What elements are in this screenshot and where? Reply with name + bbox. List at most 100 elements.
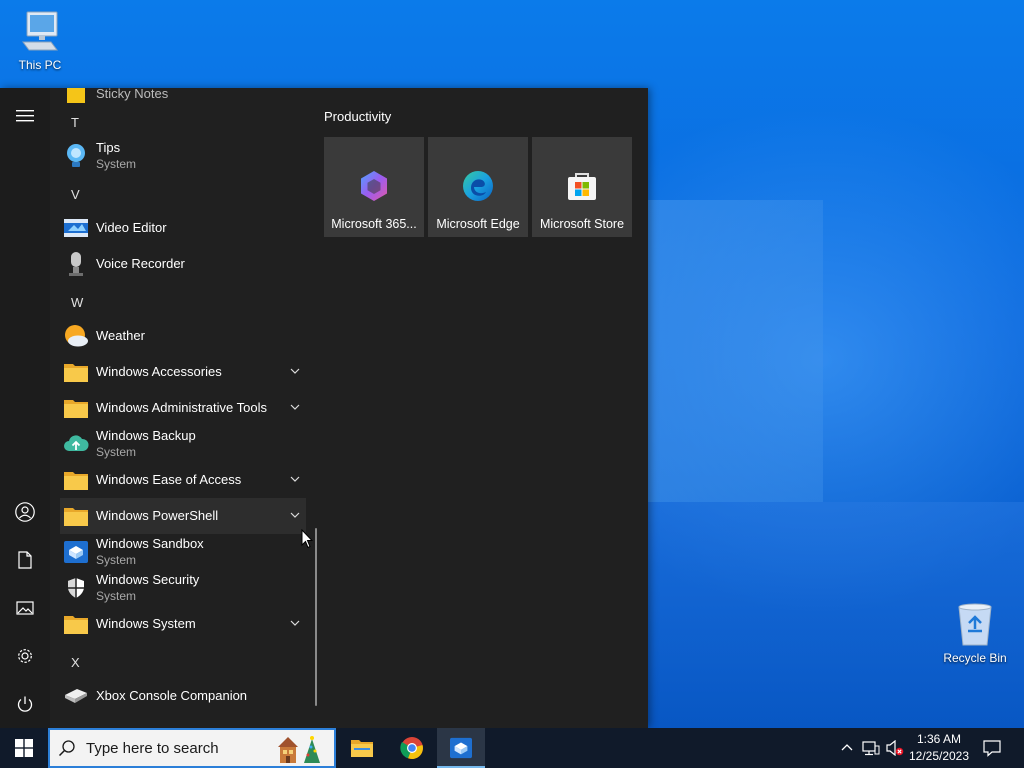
volume-muted-icon [886, 740, 904, 756]
app-name: Windows Security [96, 572, 200, 587]
letter-header-t[interactable]: T [71, 115, 91, 135]
app-item-windows-administrative-tools[interactable]: Windows Administrative Tools [60, 390, 306, 426]
app-name: Windows Administrative Tools [96, 400, 267, 415]
power-icon [17, 696, 33, 712]
chevron-down-icon[interactable] [290, 618, 300, 628]
app-item-windows-system[interactable]: Windows System [60, 606, 306, 642]
start-menu: Sticky Notes T Tips System V Video Edito… [0, 88, 648, 728]
chevron-up-icon [841, 744, 853, 751]
mouse-cursor-icon [301, 529, 313, 549]
sticky-notes-icon [60, 88, 92, 110]
weather-icon [60, 320, 92, 352]
chevron-down-icon[interactable] [290, 402, 300, 412]
tile-label: Microsoft Store [539, 217, 625, 231]
taskbar-clock[interactable]: 1:36 AM 12/25/2023 [904, 731, 974, 765]
chrome-icon [400, 737, 423, 760]
app-item-video-editor[interactable]: Video Editor [60, 210, 306, 246]
show-hidden-icons-button[interactable] [836, 728, 858, 768]
app-name: Windows Accessories [96, 364, 222, 379]
app-name: Xbox Console Companion [96, 688, 248, 703]
tile-group-title[interactable]: Productivity [324, 109, 391, 124]
start-button[interactable] [0, 728, 48, 768]
network-icon [862, 741, 880, 756]
app-name: Sticky Notes [96, 88, 169, 101]
app-name: Windows Ease of Access [96, 472, 242, 487]
tile-microsoft-store[interactable]: Microsoft Store [532, 137, 632, 237]
windows-backup-icon [60, 428, 92, 460]
app-name: Voice Recorder [96, 256, 185, 271]
app-item-windows-accessories[interactable]: Windows Accessories [60, 354, 306, 390]
start-menu-rail [0, 88, 50, 728]
app-name: Windows Backup [96, 428, 196, 443]
app-subtitle: System [96, 157, 137, 171]
chevron-down-icon[interactable] [290, 510, 300, 520]
tile-label: Microsoft Edge [436, 217, 520, 231]
wallpaper-light-panel [648, 200, 823, 502]
app-item-windows-security[interactable]: Windows Security System [60, 570, 306, 606]
recycle-bin-icon [958, 603, 992, 646]
chevron-down-icon[interactable] [290, 474, 300, 484]
network-status-button[interactable] [860, 728, 882, 768]
voice-recorder-icon [60, 248, 92, 280]
app-item-xbox-console-companion[interactable]: Xbox Console Companion [60, 678, 306, 714]
search-highlight-holiday-icon [278, 736, 320, 763]
tile-microsoft-edge[interactable]: Microsoft Edge [428, 137, 528, 237]
desktop-icon-recycle-bin[interactable]: Recycle Bin [935, 601, 1015, 665]
tile-microsoft-365[interactable]: Microsoft 365... [324, 137, 424, 237]
folder-icon [60, 608, 92, 640]
app-item-windows-ease-of-access[interactable]: Windows Ease of Access [60, 462, 306, 498]
windows-sandbox-icon [60, 536, 92, 568]
volume-button[interactable] [884, 728, 906, 768]
hamburger-icon [16, 110, 34, 122]
search-icon [58, 740, 75, 757]
microsoft-365-icon [361, 171, 387, 201]
search-input[interactable] [86, 736, 266, 760]
taskbar-search-box[interactable] [48, 728, 336, 768]
tile-label: Microsoft 365... [331, 217, 417, 231]
notification-icon [983, 740, 1001, 757]
app-item-windows-sandbox[interactable]: Windows Sandbox System [60, 534, 306, 570]
folder-icon [60, 392, 92, 424]
letter-header-x[interactable]: X [71, 655, 91, 675]
pictures-button[interactable] [0, 588, 50, 628]
letter-header-v[interactable]: V [71, 187, 91, 207]
app-name: Windows PowerShell [96, 508, 219, 523]
folder-icon [60, 464, 92, 496]
taskbar-windows-sandbox[interactable] [437, 728, 485, 768]
user-account-button[interactable] [0, 492, 50, 532]
app-item-windows-powershell[interactable]: Windows PowerShell [60, 498, 306, 534]
expand-menu-button[interactable] [0, 96, 50, 136]
app-item-sticky-notes[interactable]: Sticky Notes [60, 88, 306, 112]
shield-icon [60, 572, 92, 604]
action-center-button[interactable] [978, 728, 1006, 768]
app-item-voice-recorder[interactable]: Voice Recorder [60, 246, 306, 282]
clock-date: 12/25/2023 [908, 749, 970, 763]
user-icon [15, 502, 35, 522]
store-icon [568, 173, 596, 200]
taskbar: 1:36 AM 12/25/2023 [0, 728, 1024, 768]
settings-button[interactable] [0, 636, 50, 676]
app-item-weather[interactable]: Weather [60, 318, 306, 354]
letter-header-w[interactable]: W [71, 295, 91, 315]
clock-time: 1:36 AM [916, 732, 962, 746]
file-explorer-icon [351, 740, 373, 757]
this-pc-icon [22, 11, 58, 51]
app-item-windows-backup[interactable]: Windows Backup System [60, 426, 306, 462]
app-subtitle: System [96, 589, 137, 603]
windows-logo-icon [15, 739, 33, 757]
app-name: Tips [96, 140, 121, 155]
chevron-down-icon[interactable] [290, 366, 300, 376]
app-name: Weather [96, 328, 145, 343]
app-list-scrollbar[interactable] [315, 528, 317, 706]
app-item-tips[interactable]: Tips System [60, 138, 306, 174]
app-subtitle: System [96, 553, 137, 567]
folder-icon [60, 500, 92, 532]
tips-icon [60, 140, 92, 172]
taskbar-file-explorer[interactable] [338, 728, 386, 768]
taskbar-chrome[interactable] [388, 728, 436, 768]
edge-icon [463, 171, 493, 201]
documents-button[interactable] [0, 540, 50, 580]
desktop-icon-this-pc[interactable]: This PC [0, 8, 80, 72]
documents-icon [18, 551, 32, 569]
power-button[interactable] [0, 684, 50, 724]
